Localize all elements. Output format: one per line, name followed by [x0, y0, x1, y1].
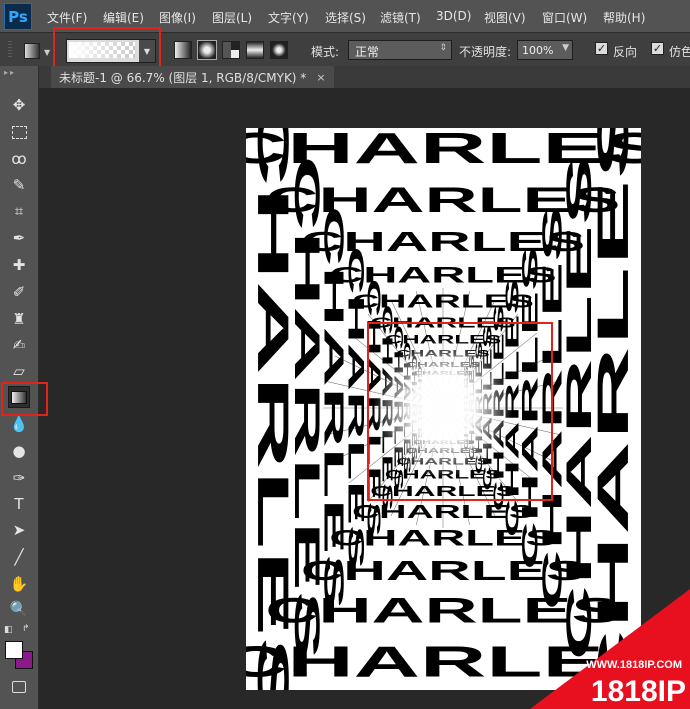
dither-checkbox[interactable]: ✓	[651, 42, 664, 55]
watermark-url: WWW.1818IP.COM	[586, 659, 682, 671]
reverse-checkbox[interactable]: ✓	[595, 42, 608, 55]
opacity-input[interactable]: 100% ▼	[517, 40, 573, 60]
blur-tool-icon[interactable]: 💧	[8, 413, 30, 435]
menu-3d[interactable]: 3D(D)	[436, 9, 471, 23]
mode-label: 模式:	[311, 45, 340, 59]
document-tab-title: 未标题-1 @ 66.7% (图层 1, RGB/8/CMYK) *	[59, 70, 307, 85]
dither-label: 仿色	[669, 45, 690, 59]
options-bar-grip[interactable]	[8, 41, 12, 59]
mode-select[interactable]: 正常 ⇕	[348, 40, 452, 60]
menu-view[interactable]: 视图(V)	[484, 9, 526, 26]
opacity-value: 100%	[522, 44, 554, 57]
default-colors-icon[interactable]: ◧	[4, 625, 13, 635]
quick-selection-tool-icon[interactable]: ✎	[8, 174, 30, 196]
menu-filter[interactable]: 滤镜(T)	[380, 9, 421, 26]
menu-edit[interactable]: 编辑(E)	[103, 9, 144, 26]
quick-mask-icon[interactable]	[8, 676, 30, 698]
menu-type[interactable]: 文字(Y)	[268, 9, 309, 26]
line-tool-icon[interactable]: ╱	[8, 546, 30, 568]
watermark-brand: 1818IP	[591, 675, 686, 708]
menu-select[interactable]: 选择(S)	[325, 9, 366, 26]
type-tool-icon[interactable]: T	[8, 493, 30, 515]
updown-arrow-icon: ⇕	[439, 43, 447, 53]
radial-gradient-button[interactable]	[197, 40, 217, 60]
tools-panel-grip[interactable]: ▸▸	[4, 68, 16, 77]
reverse-label: 反向	[613, 45, 638, 59]
close-icon[interactable]: ×	[316, 71, 325, 84]
dodge-tool-icon[interactable]: ●	[8, 440, 30, 462]
mode-value: 正常	[355, 45, 380, 59]
options-bar: ▼ ▼ 模式: 正常 ⇕ 不透明度: 100% ▼ ✓ 反向 ✓ 仿色	[0, 27, 690, 73]
reflected-gradient-button[interactable]	[246, 41, 264, 59]
healing-brush-tool-icon[interactable]: ✚	[8, 254, 30, 276]
crop-tool-icon[interactable]: ⌗	[8, 200, 30, 222]
highlight-box-gradient-tool	[1, 382, 48, 416]
opacity-label: 不透明度:	[459, 45, 512, 59]
move-tool-icon[interactable]: ✥	[8, 94, 30, 116]
menu-file[interactable]: 文件(F)	[47, 9, 87, 26]
gradient-tool-icon	[24, 43, 40, 59]
marquee-tool-icon[interactable]	[8, 121, 30, 143]
chevron-down-icon: ▼	[44, 48, 51, 57]
menu-image[interactable]: 图像(I)	[159, 9, 196, 26]
swap-colors-icon[interactable]: ↱	[22, 624, 30, 634]
pen-tool-icon[interactable]: ✑	[8, 467, 30, 489]
diamond-gradient-button[interactable]	[270, 41, 288, 59]
hand-tool-icon[interactable]: ✋	[8, 573, 30, 595]
path-selection-tool-icon[interactable]: ➤	[8, 519, 30, 541]
tool-preset-picker[interactable]: ▼	[22, 40, 52, 60]
highlight-box-center	[367, 322, 553, 501]
eyedropper-tool-icon[interactable]: ✒	[8, 227, 30, 249]
linear-gradient-button[interactable]	[174, 41, 192, 59]
brush-tool-icon[interactable]: ✐	[8, 281, 30, 303]
menu-layer[interactable]: 图层(L)	[212, 9, 252, 26]
lasso-tool-icon[interactable]: ꝏ	[8, 148, 30, 170]
angle-gradient-button[interactable]	[222, 41, 240, 59]
foreground-color-swatch[interactable]	[5, 641, 23, 659]
menu-help[interactable]: 帮助(H)	[603, 9, 645, 26]
menu-window[interactable]: 窗口(W)	[542, 9, 587, 26]
document-tab-bar: 未标题-1 @ 66.7% (图层 1, RGB/8/CMYK) * ×	[39, 66, 690, 88]
eraser-tool-icon[interactable]: ▱	[8, 360, 30, 382]
chevron-down-icon[interactable]: ▼	[562, 43, 569, 53]
history-brush-tool-icon[interactable]: ✍	[8, 334, 30, 356]
site-watermark: WWW.1818IP.COM 1818IP	[530, 589, 690, 709]
document-tab[interactable]: 未标题-1 @ 66.7% (图层 1, RGB/8/CMYK) * ×	[51, 66, 334, 88]
clone-stamp-tool-icon[interactable]: ♜	[8, 308, 30, 330]
zoom-tool-icon[interactable]: 🔍	[8, 598, 30, 620]
photoshop-logo: Ps	[4, 3, 32, 30]
